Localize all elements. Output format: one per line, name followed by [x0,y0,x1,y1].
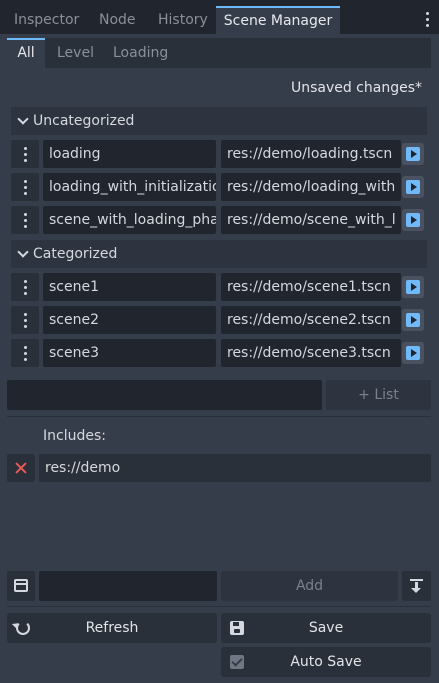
tab-loading[interactable]: Loading [113,38,168,68]
play-icon [406,346,420,360]
dock-tab-bar: Inspector Node History Scene Manager [0,0,439,34]
vertical-dots-icon [11,273,39,301]
play-scene-button[interactable] [402,309,424,331]
unsaved-changes-label: Unsaved changes* [290,80,422,96]
tab-all[interactable]: All [7,38,45,68]
scene-name-field[interactable]: scene2 [43,306,216,334]
scene-name-field[interactable]: scene3 [43,339,216,367]
play-scene-button[interactable] [402,143,424,165]
section-header-categorized[interactable]: Categorized [11,240,427,268]
drag-handle[interactable] [11,273,39,301]
new-list-input[interactable] [7,380,322,410]
vertical-dots-icon [11,339,39,367]
floppy-disk-icon [230,621,244,635]
play-scene-button[interactable] [402,342,424,364]
vertical-dots-icon [11,206,39,234]
drag-handle[interactable] [11,339,39,367]
tab-scene-manager[interactable]: Scene Manager [216,6,340,34]
play-icon [406,147,420,161]
scene-row: scene2 res://demo/scene2.tscn [11,306,427,334]
scene-path-field[interactable]: res://demo/scene3.tscn [221,339,401,367]
scene-path-field[interactable]: res://demo/scene_with_l [221,206,401,234]
section-title: Uncategorized [33,113,135,129]
divider [7,416,431,417]
refresh-label: Refresh [85,620,139,636]
auto-save-toggle[interactable]: Auto Save [221,647,431,677]
filter-tab-bar: All Level Loading [7,38,431,68]
play-scene-button[interactable] [402,209,424,231]
scene-name-field[interactable]: loading [43,140,216,168]
scene-name-field[interactable]: scene_with_loading_pha [43,206,216,234]
include-path-field[interactable]: res://demo [39,454,431,482]
add-path-input[interactable] [39,571,217,601]
browse-folder-button[interactable] [7,571,35,601]
dock-menu-button[interactable] [420,8,434,30]
add-button[interactable]: Add [221,571,398,601]
drag-handle[interactable] [11,140,39,168]
vertical-dots-icon [420,8,434,30]
chevron-down-icon [17,246,29,258]
drag-handle[interactable] [11,206,39,234]
vertical-dots-icon [11,306,39,334]
tab-node[interactable]: Node [99,6,136,34]
scene-row: scene3 res://demo/scene3.tscn [11,339,427,367]
section-title: Categorized [33,246,118,262]
tab-level[interactable]: Level [57,38,94,68]
section-header-uncategorized[interactable]: Uncategorized [11,107,427,135]
divider [7,606,431,607]
scene-name-field[interactable]: scene1 [43,273,216,301]
play-scene-button[interactable] [402,276,424,298]
move-to-bottom-button[interactable] [402,571,431,601]
includes-label: Includes: [43,428,106,444]
tab-history[interactable]: History [158,6,208,34]
checkbox-icon [230,655,244,669]
scene-path-field[interactable]: res://demo/scene1.tscn [221,273,401,301]
vertical-dots-icon [11,173,39,201]
refresh-button[interactable]: Refresh [7,613,217,643]
play-icon [406,280,420,294]
remove-include-button[interactable] [7,454,35,482]
save-label: Save [308,620,344,636]
refresh-icon [16,621,30,635]
play-icon [406,213,420,227]
scene-row: loading_with_initializatio res://demo/lo… [11,173,427,201]
drag-handle[interactable] [11,173,39,201]
add-list-button[interactable]: + List [326,380,431,410]
save-button[interactable]: Save [221,613,431,643]
auto-save-label: Auto Save [290,654,362,670]
scene-row: scene_with_loading_pha res://demo/scene_… [11,206,427,234]
vertical-dots-icon [11,140,39,168]
scene-name-field[interactable]: loading_with_initializatio [43,173,216,201]
play-icon [406,313,420,327]
scene-row: loading res://demo/loading.tscn [11,140,427,168]
scene-path-field[interactable]: res://demo/scene2.tscn [221,306,401,334]
chevron-down-icon [17,113,29,125]
scene-row: scene1 res://demo/scene1.tscn [11,273,427,301]
scene-path-field[interactable]: res://demo/loading_with [221,173,401,201]
drag-handle[interactable] [11,306,39,334]
play-icon [406,180,420,194]
scene-path-field[interactable]: res://demo/loading.tscn [221,140,401,168]
folder-icon [14,579,28,592]
play-scene-button[interactable] [402,176,424,198]
tab-inspector[interactable]: Inspector [14,6,79,34]
